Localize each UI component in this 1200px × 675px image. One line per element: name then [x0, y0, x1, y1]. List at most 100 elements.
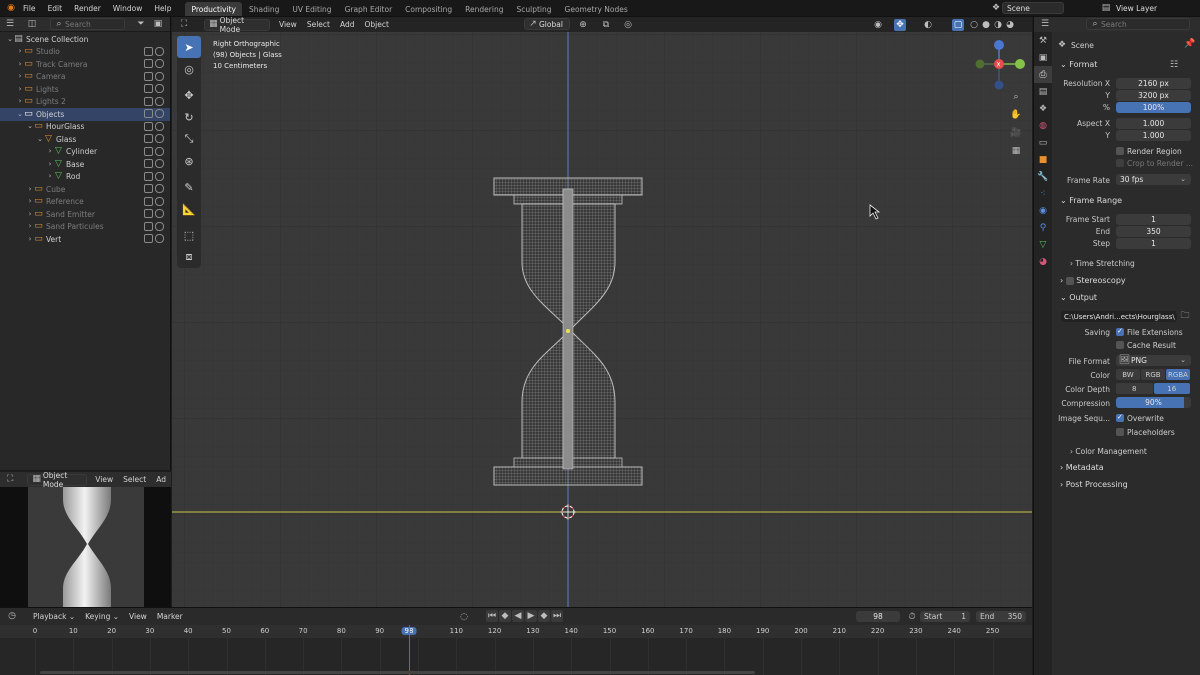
constraints-tab[interactable]: ⚲: [1034, 219, 1052, 236]
auto-keying-icon[interactable]: ◌: [458, 611, 470, 623]
expand-arrow-icon[interactable]: ⌄: [6, 33, 14, 45]
tab-compositing[interactable]: Compositing: [399, 2, 458, 16]
aspect-y-field[interactable]: 1.000: [1116, 130, 1191, 141]
render-camera-icon[interactable]: [155, 209, 164, 218]
file-format-dropdown[interactable]: 🖼 PNG ⌄: [1116, 355, 1191, 366]
expand-arrow-icon[interactable]: ⌄: [16, 108, 24, 120]
stereoscopy-checkbox[interactable]: [1065, 276, 1074, 285]
exclude-checkbox-icon[interactable]: [144, 134, 153, 143]
editor-type-icon[interactable]: ☰: [1039, 19, 1051, 31]
editor-type-icon[interactable]: ⛶: [178, 19, 190, 31]
expand-arrow-icon[interactable]: ›: [46, 146, 54, 158]
move-tool[interactable]: ✥: [177, 84, 201, 106]
expand-arrow-icon[interactable]: ›: [26, 196, 34, 208]
wireframe-shading-icon[interactable]: ○: [968, 19, 980, 31]
output-path-field[interactable]: C:\Users\Andri...ects\Hourglass\: [1061, 311, 1177, 322]
play-icon[interactable]: ▶: [525, 610, 537, 622]
render-camera-icon[interactable]: [155, 109, 164, 118]
render-camera-icon[interactable]: [155, 146, 164, 156]
editor-type-icon[interactable]: ◷: [6, 611, 18, 623]
expand-arrow-icon[interactable]: ›: [16, 83, 24, 95]
render-camera-icon[interactable]: [155, 134, 164, 143]
outliner-item[interactable]: › ▭ Vert: [0, 233, 170, 246]
exclude-checkbox-icon[interactable]: [144, 196, 153, 206]
exclude-checkbox-icon[interactable]: [144, 171, 153, 181]
properties-search-input[interactable]: ⌕ Search: [1086, 18, 1190, 30]
tab-rendering[interactable]: Rendering: [459, 2, 509, 16]
outliner-item[interactable]: › ▽ Base: [0, 158, 170, 171]
current-frame-field[interactable]: 98: [856, 611, 900, 622]
exclude-checkbox-icon[interactable]: [144, 209, 153, 218]
render-camera-icon[interactable]: [155, 221, 164, 231]
preset-list-icon[interactable]: ☷: [1168, 59, 1180, 71]
view-layer-tab[interactable]: ▤: [1034, 83, 1052, 100]
resolution-x-field[interactable]: 2160 px: [1116, 78, 1191, 89]
tab-geometry-nodes[interactable]: Geometry Nodes: [559, 2, 634, 16]
physics-tab[interactable]: ◉: [1034, 202, 1052, 219]
exclude-checkbox-icon[interactable]: [144, 184, 153, 193]
transform-orientation-dropdown[interactable]: ↗ Global: [524, 18, 570, 30]
render-camera-icon[interactable]: [155, 96, 164, 106]
color-management-subpanel[interactable]: › Color Management: [1070, 447, 1147, 456]
timeline-scrollbar[interactable]: [40, 671, 755, 674]
prev-keyframe-icon[interactable]: ◆: [499, 610, 511, 622]
exclude-checkbox-icon[interactable]: [144, 109, 153, 118]
compression-slider[interactable]: 90%: [1116, 397, 1191, 408]
modifier-tab[interactable]: 🔧: [1034, 168, 1052, 185]
menu-add[interactable]: Add: [335, 17, 360, 32]
solid-shading-icon[interactable]: ●: [980, 19, 992, 31]
exclude-checkbox-icon[interactable]: [144, 146, 153, 156]
exclude-checkbox-icon[interactable]: [144, 59, 153, 68]
outliner-item[interactable]: ⌄ ▭ Objects: [0, 108, 170, 121]
outliner-item[interactable]: › ▭ Lights: [0, 83, 170, 96]
render-tab[interactable]: ▣: [1034, 49, 1052, 66]
output-section-header[interactable]: ⌄ Output: [1060, 293, 1097, 302]
expand-arrow-icon[interactable]: ›: [26, 183, 34, 195]
mode-dropdown[interactable]: ▦ Object Mode: [204, 17, 270, 34]
stereoscopy-section-header[interactable]: › Stereoscopy: [1060, 276, 1126, 285]
render-camera-icon[interactable]: [155, 121, 164, 131]
outliner-search-input[interactable]: ⌕ Search: [50, 18, 125, 30]
menu-marker[interactable]: Marker: [152, 609, 188, 624]
menu-file[interactable]: File: [17, 0, 42, 17]
menu-view[interactable]: View: [274, 17, 302, 32]
frame-step-field[interactable]: 1: [1116, 238, 1191, 249]
transform-tool[interactable]: ⊛: [177, 150, 201, 172]
menu-select[interactable]: Select: [118, 472, 151, 487]
expand-arrow-icon[interactable]: ›: [26, 233, 34, 245]
outliner-item[interactable]: › ▭ Sand Particules: [0, 221, 170, 234]
cache-result-checkbox[interactable]: [1116, 341, 1124, 349]
expand-arrow-icon[interactable]: ⌄: [36, 133, 44, 145]
scene-tab[interactable]: ❖: [1034, 100, 1052, 117]
outliner-item[interactable]: › ▭ Track Camera: [0, 58, 170, 71]
measure-tool[interactable]: 📐: [177, 198, 201, 220]
format-section-header[interactable]: ⌄ Format: [1060, 60, 1097, 69]
render-camera-icon[interactable]: [155, 159, 164, 168]
pan-hand-icon[interactable]: ✋: [1010, 109, 1022, 121]
placeholders-checkbox[interactable]: [1116, 428, 1124, 436]
frame-end-field[interactable]: 350: [1116, 226, 1191, 237]
render-camera-icon[interactable]: [155, 71, 164, 81]
timeline-ruler[interactable]: 0102030405060708090981101201301401501601…: [0, 625, 1032, 638]
particles-tab[interactable]: ⁖: [1034, 185, 1052, 202]
output-tab[interactable]: ⎙: [1034, 66, 1052, 83]
render-region-checkbox[interactable]: [1116, 147, 1124, 155]
world-tab[interactable]: ◍: [1034, 117, 1052, 134]
render-camera-icon[interactable]: [155, 46, 164, 56]
render-camera-icon[interactable]: [155, 196, 164, 206]
xray-icon[interactable]: ▢: [952, 19, 964, 31]
cube-tool[interactable]: ⧈: [177, 246, 201, 268]
color-depth-option-8[interactable]: 8: [1116, 383, 1153, 394]
outliner-item[interactable]: › ▭ Reference: [0, 196, 170, 209]
outliner-item[interactable]: › ▭ Camera: [0, 71, 170, 84]
aspect-x-field[interactable]: 1.000: [1116, 118, 1191, 129]
exclude-checkbox-icon[interactable]: [144, 46, 153, 56]
render-camera-icon[interactable]: [155, 59, 164, 68]
expand-arrow-icon[interactable]: ›: [16, 96, 24, 108]
scale-tool[interactable]: ⤡: [177, 128, 201, 150]
folder-icon[interactable]: 🗀: [1179, 310, 1191, 322]
pivot-icon[interactable]: ⊕: [577, 19, 589, 31]
file-extensions-checkbox[interactable]: [1116, 327, 1124, 336]
tab-shading[interactable]: Shading: [243, 2, 285, 16]
filter-icon[interactable]: ⏷: [135, 18, 147, 30]
